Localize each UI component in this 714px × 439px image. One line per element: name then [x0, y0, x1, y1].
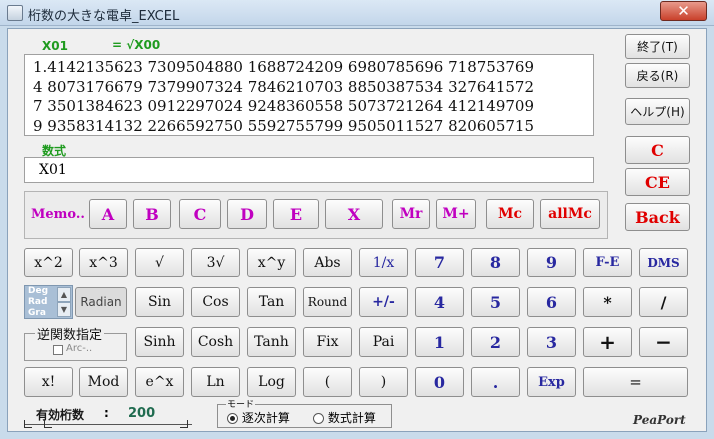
display-line: 9 9358314132 2266592750 5592755799 95050… [33, 116, 535, 135]
arc-checkbox-label: Arc-.. [66, 343, 93, 354]
cube-button[interactable]: x^3 [79, 248, 128, 277]
clear-button[interactable]: C [625, 136, 690, 164]
angle-rad-option[interactable]: Rad [28, 297, 47, 308]
display-line: 4 8073176679 7379907324 7846210703 88503… [33, 77, 535, 96]
result-display: 1.4142135623 7309504880 1688724209 69807… [24, 54, 594, 136]
digit-2-button[interactable]: 2 [471, 327, 520, 357]
power-button[interactable]: x^y [247, 248, 296, 277]
memory-e-button[interactable]: E [273, 199, 319, 229]
window-title: 桁数の大きな電卓_EXCEL [28, 9, 180, 24]
mode-option-label: 数式計算 [327, 411, 376, 425]
brand-label: PeaPort [633, 413, 686, 427]
tan-button[interactable]: Tan [247, 287, 296, 317]
digit-4-button[interactable]: 4 [415, 287, 464, 317]
open-paren-button[interactable]: ( [303, 367, 352, 397]
inverse-function-label: 逆関数指定 [35, 324, 105, 343]
mode-option-label: 逐次計算 [241, 411, 290, 425]
memory-d-button[interactable]: D [227, 199, 267, 229]
angle-gra-option[interactable]: Gra [28, 308, 46, 319]
title-bar: 桁数の大きな電卓_EXCEL ✕ [0, 0, 714, 26]
display-line: 1.4142135623 7309504880 1688724209 69807… [33, 58, 535, 76]
dms-button[interactable]: DMS [639, 248, 688, 277]
display-line: 7 3501384623 0912297024 9248360558 50737… [33, 97, 535, 115]
memory-c-button[interactable]: C [179, 199, 221, 229]
equals-button[interactable]: = [583, 367, 688, 397]
angle-deg-option[interactable]: Deg [28, 286, 48, 297]
tanh-button[interactable]: Tanh [247, 327, 296, 357]
divide-button[interactable]: / [639, 287, 688, 317]
formula-field[interactable]: X01 [24, 157, 594, 183]
decimal-point-button[interactable]: . [471, 367, 520, 397]
radian-button[interactable]: Radian [75, 287, 127, 317]
spin-down-icon[interactable]: ▼ [57, 302, 71, 317]
backspace-button[interactable]: Back [625, 203, 690, 231]
spin-up-icon[interactable]: ▲ [57, 287, 71, 302]
close-button[interactable]: ✕ [660, 1, 707, 21]
fixed-exp-toggle-button[interactable]: F-E [583, 248, 632, 277]
expression-label: = √X00 [112, 38, 161, 52]
memory-clear-all-button[interactable]: allMc [540, 199, 600, 229]
arc-checkbox[interactable] [53, 345, 63, 355]
help-button[interactable]: ヘルプ(H) [625, 98, 690, 125]
sin-button[interactable]: Sin [135, 287, 184, 317]
precision-value[interactable]: 200 [128, 406, 155, 421]
precision-colon: : [104, 406, 109, 420]
abs-button[interactable]: Abs [303, 248, 352, 277]
exponent-button[interactable]: Exp [527, 367, 576, 397]
memory-recall-button[interactable]: Mr [392, 199, 430, 229]
cosh-button[interactable]: Cosh [191, 327, 240, 357]
slider-tick [24, 420, 32, 428]
slider-tick [180, 420, 188, 428]
exit-button[interactable]: 終了(T) [625, 34, 690, 59]
memory-x-button[interactable]: X [325, 199, 383, 229]
memory-plus-button[interactable]: M+ [436, 199, 476, 229]
mode-option-formula[interactable]: 数式計算 [313, 409, 376, 426]
fix-button[interactable]: Fix [303, 327, 352, 357]
mod-button[interactable]: Mod [79, 367, 128, 397]
ln-button[interactable]: Ln [191, 367, 240, 397]
square-button[interactable]: x^2 [24, 248, 73, 277]
exp-power-button[interactable]: e^x [135, 367, 184, 397]
digit-6-button[interactable]: 6 [527, 287, 576, 317]
cos-button[interactable]: Cos [191, 287, 240, 317]
factorial-button[interactable]: x! [24, 367, 73, 397]
memory-b-button[interactable]: B [133, 199, 171, 229]
plus-button[interactable]: + [583, 327, 632, 357]
angle-unit-list[interactable]: Deg Rad Gra ▲ ▼ [24, 285, 73, 319]
clear-entry-button[interactable]: CE [625, 168, 690, 196]
radio-unselected-icon[interactable] [313, 413, 324, 424]
digit-1-button[interactable]: 1 [415, 327, 464, 357]
memory-a-button[interactable]: A [89, 199, 127, 229]
variable-label: X01 [42, 39, 68, 53]
memo-label[interactable]: Memo.. [31, 207, 85, 222]
reciprocal-button[interactable]: 1/x [359, 248, 408, 277]
cube-root-button[interactable]: 3√ [191, 248, 240, 277]
digit-8-button[interactable]: 8 [471, 248, 520, 277]
mode-option-sequential[interactable]: 逐次計算 [227, 409, 290, 426]
multiply-button[interactable]: * [583, 287, 632, 317]
digit-3-button[interactable]: 3 [527, 327, 576, 357]
sinh-button[interactable]: Sinh [135, 327, 184, 357]
minus-button[interactable]: − [639, 327, 688, 357]
close-paren-button[interactable]: ) [359, 367, 408, 397]
slider-tick [44, 420, 52, 428]
radio-selected-icon[interactable] [227, 413, 238, 424]
round-button[interactable]: Round [303, 287, 352, 317]
app-icon [7, 5, 23, 21]
digit-0-button[interactable]: 0 [415, 367, 464, 397]
pi-button[interactable]: Pai [359, 327, 408, 357]
back-to-menu-button[interactable]: 戻る(R) [625, 63, 690, 88]
digit-7-button[interactable]: 7 [415, 248, 464, 277]
digit-5-button[interactable]: 5 [471, 287, 520, 317]
log-button[interactable]: Log [247, 367, 296, 397]
sign-toggle-button[interactable]: +/- [359, 287, 408, 317]
memory-clear-button[interactable]: Mc [486, 199, 534, 229]
sqrt-button[interactable]: √ [135, 248, 184, 277]
digit-9-button[interactable]: 9 [527, 248, 576, 277]
